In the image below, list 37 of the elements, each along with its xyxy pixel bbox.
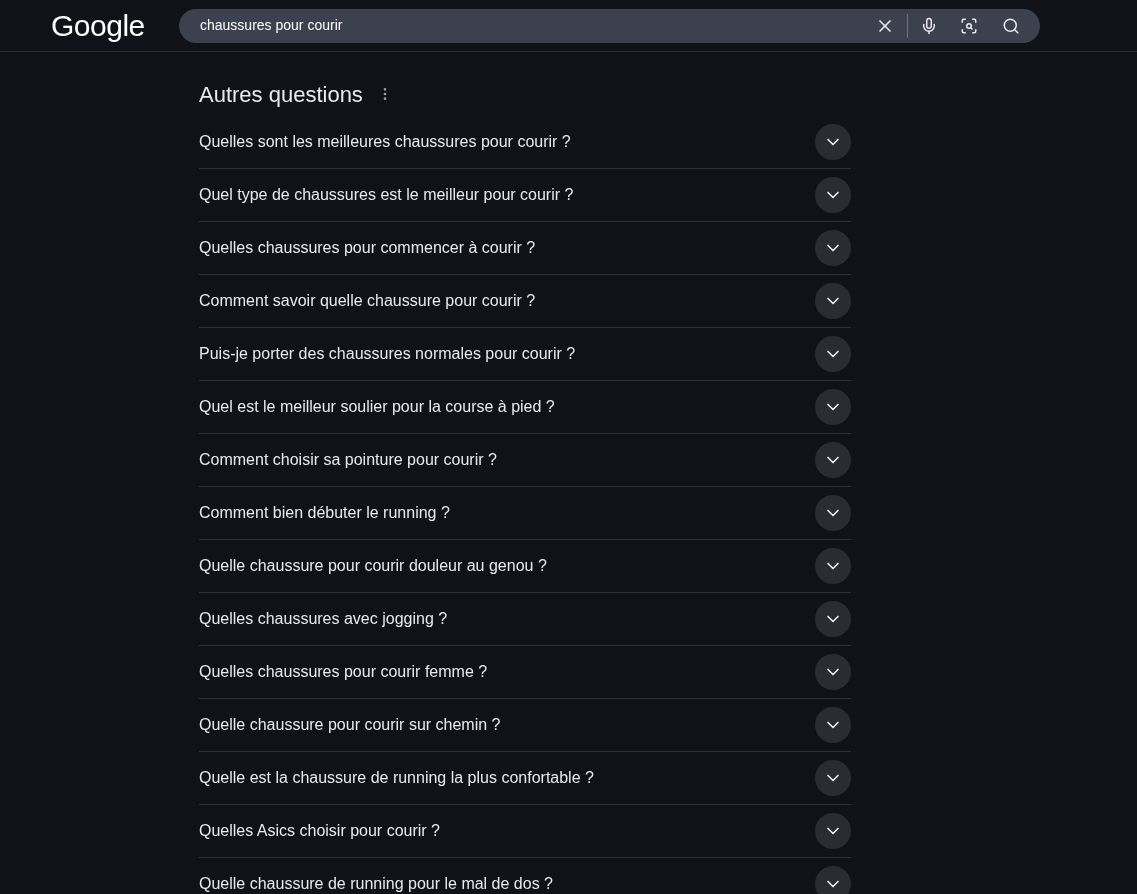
question-text: Quelles chaussures avec jogging ?: [199, 609, 448, 629]
question-row[interactable]: Quelles chaussures pour commencer à courir ?: [199, 222, 851, 275]
question-row[interactable]: Comment choisir sa pointure pour courir ?: [199, 434, 851, 487]
question-text: Quelles chaussures pour courir femme ?: [199, 662, 488, 682]
question-row[interactable]: Quelles sont les meilleures chaussures pour courir ?: [199, 116, 851, 169]
section-title: Autres questions: [199, 80, 363, 109]
question-row[interactable]: Quel type de chaussures est le meilleur pour courir ?: [199, 169, 851, 222]
microphone-icon[interactable]: [920, 16, 938, 35]
question-row[interactable]: Comment bien débuter le running ?: [199, 487, 851, 540]
google-logo[interactable]: Google: [51, 9, 145, 42]
question-row[interactable]: Quel est le meilleur soulier pour la course à pied ?: [199, 381, 851, 434]
question-text: Quel est le meilleur soulier pour la course à pied ?: [199, 397, 555, 417]
question-text: Quelle chaussure pour courir douleur au genou ?: [199, 556, 547, 576]
question-text: Quelle est la chaussure de running la plus confortable ?: [199, 768, 594, 788]
question-text: Quelle chaussure de running pour le mal de dos ?: [199, 874, 553, 894]
question-text: Puis-je porter des chaussures normales pour courir ?: [199, 344, 576, 364]
search-icon[interactable]: [1002, 16, 1020, 35]
question-text: Quelles chaussures pour commencer à courir ?: [199, 238, 536, 258]
question-text: Quel type de chaussures est le meilleur pour courir ?: [199, 185, 574, 205]
expand-chevron-icon[interactable]: [815, 866, 851, 894]
question-row[interactable]: Quelle chaussure de running pour le mal de dos ?: [199, 858, 851, 894]
question-text: Quelles sont les meilleures chaussures pour courir ?: [199, 132, 571, 152]
question-row[interactable]: Quelles Asics choisir pour courir ?: [199, 805, 851, 858]
camera-search-icon[interactable]: [960, 16, 978, 35]
question-row[interactable]: Quelle est la chaussure de running la plus confortable ?: [199, 752, 851, 805]
question-text: Comment choisir sa pointure pour courir ?: [199, 450, 497, 470]
question-text: Comment savoir quelle chaussure pour courir ?: [199, 291, 536, 311]
question-text: Comment bien débuter le running ?: [199, 503, 450, 523]
question-row[interactable]: Quelles chaussures avec jogging ?: [199, 593, 851, 646]
question-row[interactable]: Comment savoir quelle chaussure pour courir ?: [199, 275, 851, 328]
question-text: Quelles Asics choisir pour courir ?: [199, 821, 440, 841]
question-row[interactable]: Puis-je porter des chaussures normales pour courir ?: [199, 328, 851, 381]
question-row[interactable]: Quelle chaussure pour courir douleur au genou ?: [199, 540, 851, 593]
question-row[interactable]: Quelles chaussures pour courir femme ?: [199, 646, 851, 699]
question-row[interactable]: Quelle chaussure pour courir sur chemin ?: [199, 699, 851, 752]
question-text: Quelle chaussure pour courir sur chemin ?: [199, 715, 501, 735]
search-field[interactable]: chaussures pour courir: [179, 8, 1040, 43]
